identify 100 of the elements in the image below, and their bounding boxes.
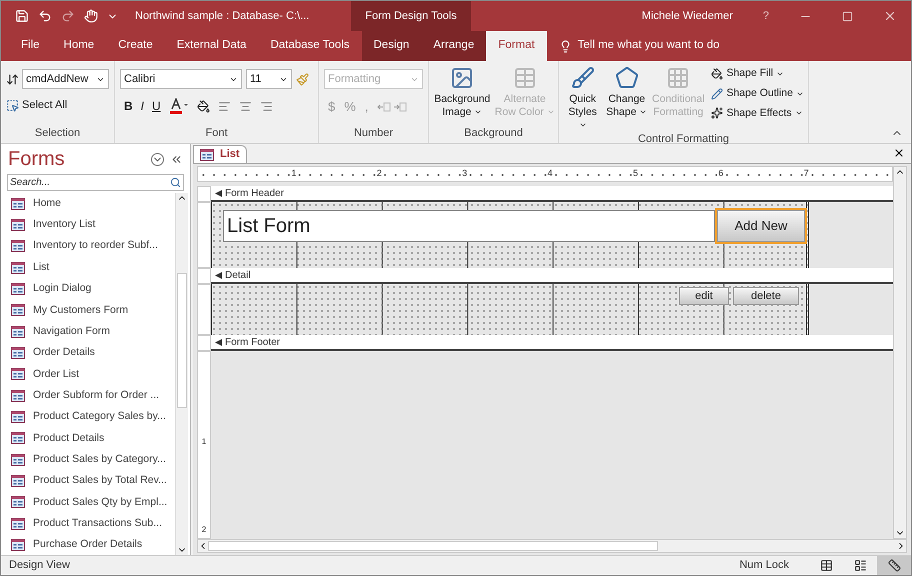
nav-item[interactable]: Order Details — [5, 342, 175, 364]
ribbon-button[interactable]: Quick Styles — [563, 66, 602, 132]
size-combo[interactable]: 11 — [246, 69, 292, 89]
ribbon-tab[interactable]: File — [9, 31, 52, 61]
ribbon-tab[interactable]: External Data — [164, 31, 258, 61]
shape-command[interactable]: Shape Effects — [711, 106, 804, 122]
sparkles-icon — [711, 107, 724, 120]
group-label: Background — [463, 126, 524, 141]
search-field[interactable]: Search... — [7, 174, 184, 191]
select-all-button[interactable]: Select All — [6, 97, 109, 114]
vertical-ruler — [197, 284, 211, 335]
nav-item[interactable]: Product Sales Qty by Empl... — [5, 492, 175, 514]
section-marker-icon — [215, 338, 222, 346]
nav-item[interactable]: Purchase Order Details — [5, 534, 175, 556]
form-icon — [11, 432, 25, 444]
form-icon — [11, 347, 25, 360]
align-center-icon[interactable] — [238, 100, 252, 112]
ribbon-button[interactable]: Change Shape — [604, 66, 650, 132]
nav-item[interactable]: Home — [5, 193, 175, 214]
form-icon — [11, 240, 25, 252]
italic-button[interactable]: I — [140, 97, 144, 115]
form-icon — [11, 411, 25, 424]
form-view-icon — [820, 559, 832, 572]
nav-item[interactable]: Login Dialog — [5, 278, 175, 300]
section-bar[interactable]: Detail — [211, 268, 893, 284]
tell-me-field[interactable]: Tell me what you want to do — [578, 37, 720, 55]
layout-view-icon — [854, 559, 866, 572]
group-label: Selection — [34, 126, 82, 141]
window-title: Northwind sample : Database- C:\... — [135, 8, 310, 24]
group-label: Control Formatting — [636, 132, 730, 147]
nav-item[interactable]: Inventory to reorder Subf... — [5, 236, 175, 258]
select-icon — [6, 98, 19, 112]
section-bar[interactable]: Form Header — [211, 186, 893, 202]
section-marker-icon — [215, 272, 222, 278]
object-combo[interactable]: cmdAddNew — [22, 69, 109, 89]
group-label: Font — [204, 126, 228, 141]
nav-item[interactable]: Order List — [5, 364, 175, 386]
form-title-label[interactable]: List Form — [223, 210, 715, 242]
nav-item[interactable]: Inventory List — [5, 214, 175, 236]
design-view-icon — [888, 559, 900, 572]
nav-item[interactable]: Product Transactions Sub... — [5, 513, 175, 534]
form-icon — [11, 326, 25, 338]
scrollbar[interactable] — [197, 539, 907, 553]
ribbon-tab[interactable]: Database Tools — [258, 31, 362, 61]
scrollbar[interactable] — [893, 166, 907, 539]
document-tab[interactable]: List — [193, 145, 247, 163]
section-bar[interactable]: Form Footer — [211, 335, 893, 351]
nav-item[interactable]: Product Sales by Total Rev... — [5, 470, 175, 492]
vertical-ruler: 1 2 — [197, 351, 211, 539]
help-button[interactable]: ? — [762, 8, 769, 24]
ribbon-tab[interactable]: Create — [106, 31, 165, 61]
shape-command[interactable]: Shape Fill — [711, 66, 804, 82]
nav-item[interactable]: Product Details — [5, 428, 175, 450]
fill-color-icon[interactable] — [196, 100, 210, 112]
horizontal-ruler: 1 2 3 4 5 6 7 — [197, 166, 893, 182]
nav-item[interactable]: Product Category Sales by... — [5, 406, 175, 428]
nav-item[interactable]: My Customers Form — [5, 300, 175, 322]
lightbulb-icon — [558, 40, 572, 52]
form-icon — [200, 148, 214, 160]
undo-icon[interactable] — [38, 9, 52, 23]
form-icon — [11, 539, 25, 552]
underline-button[interactable]: U — [152, 97, 161, 115]
ribbon-tab[interactable]: Format — [486, 31, 547, 61]
nav-item[interactable]: Order Subform for Order ... — [5, 385, 175, 406]
bold-button[interactable]: B — [124, 97, 133, 115]
context-group-title: Form Design Tools — [351, 1, 471, 31]
pencil-icon — [711, 88, 724, 100]
touch-icon[interactable] — [84, 9, 98, 23]
font-combo[interactable]: Calibri — [120, 69, 242, 89]
nav-item[interactable]: List — [5, 257, 175, 278]
shape-command[interactable]: Shape Outline — [711, 86, 804, 102]
table-icon — [512, 66, 537, 90]
form-button[interactable]: delete — [733, 287, 799, 305]
image-icon — [450, 66, 474, 90]
ribbon-tab[interactable]: Home — [52, 31, 106, 61]
nav-item[interactable]: Navigation Form — [5, 321, 175, 342]
maximize-icon[interactable] — [842, 10, 853, 22]
status-text: Design View — [8, 558, 70, 574]
form-icon — [11, 368, 25, 380]
ribbon-button[interactable]: Background Image — [431, 66, 494, 119]
search-icon[interactable] — [170, 177, 181, 188]
view-button[interactable] — [877, 556, 911, 575]
dropdown-icon[interactable] — [151, 152, 164, 166]
form-icon — [11, 262, 25, 274]
ribbon-tab[interactable]: Arrange — [421, 31, 486, 61]
paint-bucket-icon — [711, 68, 724, 80]
group-label: Number — [352, 126, 394, 141]
nav-item[interactable]: Product Sales by Category... — [5, 449, 175, 470]
scrollbar[interactable] — [175, 193, 188, 555]
align-right-icon[interactable] — [260, 100, 273, 112]
form-button[interactable]: Add New — [717, 210, 805, 242]
form-button[interactable]: edit — [679, 287, 729, 305]
close-icon[interactable] — [893, 147, 905, 159]
grid-icon — [666, 66, 690, 90]
save-icon[interactable] — [15, 9, 29, 23]
font-color-icon[interactable] — [168, 98, 189, 114]
user-name: Michele Wiedemer — [642, 8, 733, 24]
align-left-icon[interactable] — [218, 100, 231, 112]
ribbon-tab[interactable]: Design — [362, 31, 422, 61]
form-icon — [11, 283, 25, 296]
